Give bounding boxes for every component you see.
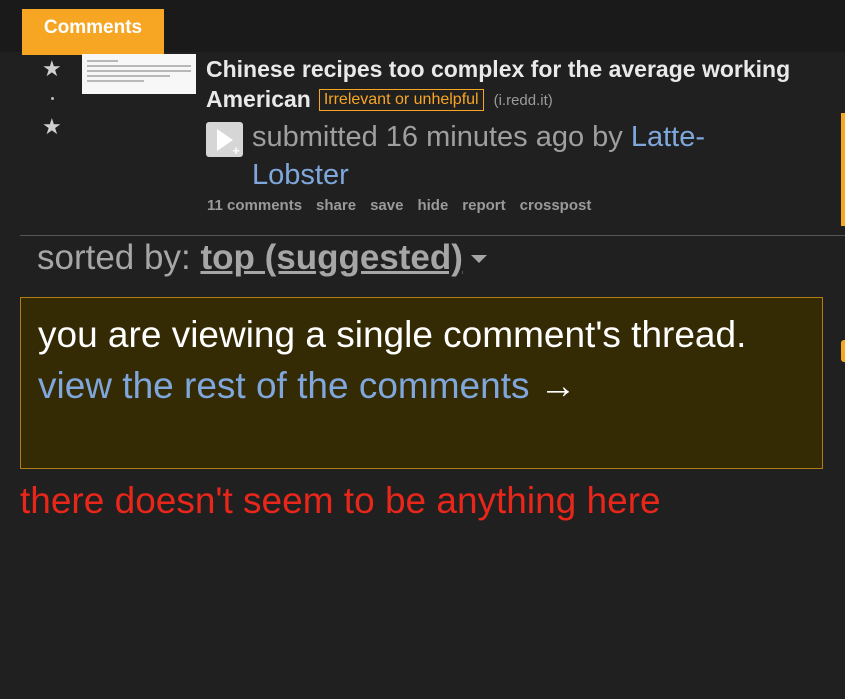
sort-menu: sorted by: top (suggested) xyxy=(37,238,487,278)
tab-comments[interactable]: Comments xyxy=(22,9,164,55)
sort-label: sorted by: xyxy=(37,238,191,277)
post-domain[interactable]: (i.redd.it) xyxy=(494,92,553,109)
view-rest-link[interactable]: view the rest of the comments xyxy=(38,365,529,406)
view-rest-link-row: view the rest of the comments → xyxy=(38,358,805,414)
downvote-star-icon[interactable]: ★ xyxy=(42,116,62,138)
empty-state-message: there doesn't seem to be anything here xyxy=(20,480,661,521)
post-title-block: Chinese recipes too complex for the aver… xyxy=(206,54,806,116)
divider xyxy=(20,235,845,236)
post-thumbnail[interactable] xyxy=(82,54,196,94)
hide-button[interactable]: hide xyxy=(417,197,448,214)
save-button[interactable]: save xyxy=(370,197,403,214)
single-thread-notice: you are viewing a single comment's threa… xyxy=(20,297,823,469)
post-tagline: submitted 16 minutes ago by Latte-Lobste… xyxy=(252,118,792,194)
expando-play-icon[interactable]: + xyxy=(206,122,243,158)
share-button[interactable]: share xyxy=(316,197,356,214)
report-button[interactable]: report xyxy=(462,197,505,214)
side-panel-edge-indicator xyxy=(841,340,845,362)
comments-link[interactable]: 11 comments xyxy=(207,197,302,214)
tagline-text: submitted 16 minutes ago by xyxy=(252,121,623,153)
flair-badge: Irrelevant or unhelpful xyxy=(318,89,484,111)
upvote-star-icon[interactable]: ★ xyxy=(42,58,62,80)
score-dot xyxy=(51,97,54,100)
post-buttons: 11 comments share save hide report crosspost xyxy=(207,197,605,214)
crosspost-button[interactable]: crosspost xyxy=(520,197,592,214)
chevron-down-icon[interactable] xyxy=(470,255,487,263)
notice-message: you are viewing a single comment's threa… xyxy=(38,314,747,355)
sort-dropdown[interactable]: top (suggested) xyxy=(200,238,462,277)
arrow-right-icon: → xyxy=(539,365,577,406)
side-panel-edge xyxy=(841,113,845,226)
